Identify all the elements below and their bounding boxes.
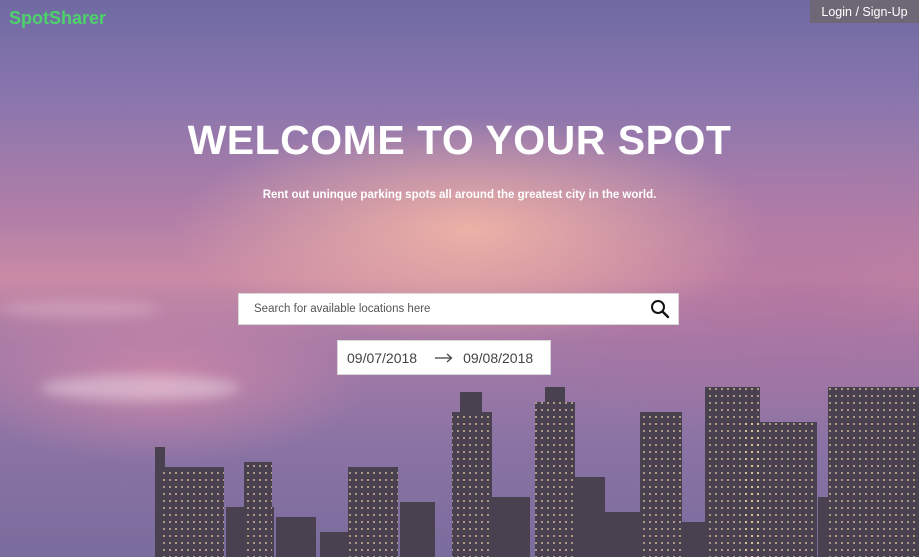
sky-cloud-streak	[0, 300, 160, 318]
arrow-right-icon	[435, 353, 453, 363]
date-range-picker[interactable]: 09/07/2018 09/08/2018	[337, 340, 551, 375]
hero-title: WELCOME TO YOUR SPOT	[187, 117, 732, 163]
search-icon[interactable]	[642, 294, 678, 324]
end-date[interactable]: 09/08/2018	[463, 350, 533, 366]
hero-subtitle: Rent out uninque parking spots all aroun…	[262, 189, 657, 201]
search-input[interactable]	[239, 302, 642, 316]
login-signup-button[interactable]: Login / Sign-Up	[810, 0, 919, 23]
brand-logo[interactable]: SpotSharer	[9, 8, 106, 29]
start-date[interactable]: 09/07/2018	[347, 350, 417, 366]
search-bar	[238, 293, 679, 325]
city-skyline	[155, 387, 919, 557]
